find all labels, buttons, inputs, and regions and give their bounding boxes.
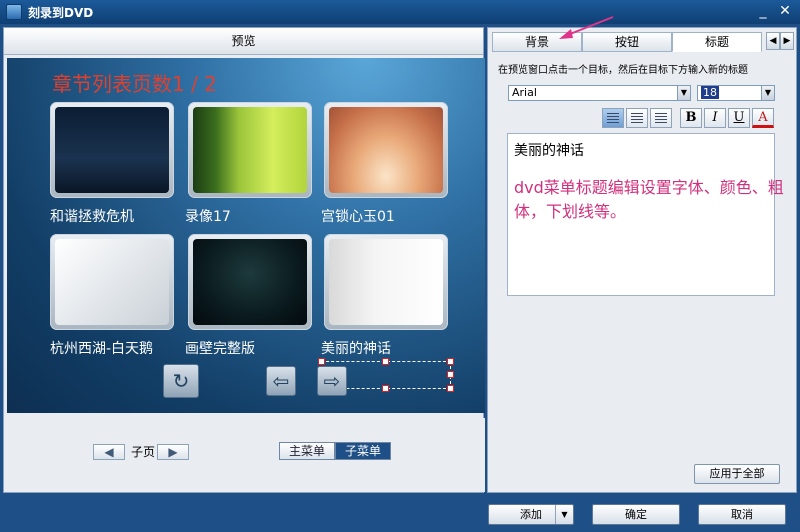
align-right-button[interactable] xyxy=(650,108,672,128)
font-family-value: Arial xyxy=(512,86,537,99)
align-left-button[interactable] xyxy=(602,108,624,128)
subpage-prev-button[interactable]: ◀ xyxy=(93,444,125,460)
chapter-label-1[interactable]: 和谐拯救危机 xyxy=(50,206,134,226)
annotation-arrow-icon xyxy=(559,16,614,39)
ok-button[interactable]: 确定 xyxy=(592,504,680,525)
font-color-button[interactable]: A xyxy=(752,108,774,128)
chapter-image-4 xyxy=(55,239,169,325)
chapter-thumbnail-4[interactable] xyxy=(50,234,174,330)
window-title: 刻录到DVD xyxy=(28,6,94,20)
align-right-icon xyxy=(655,113,667,123)
apply-to-all-button[interactable]: 应用于全部 xyxy=(694,464,780,484)
resize-handle[interactable] xyxy=(447,358,454,365)
chapter-label-2[interactable]: 录像17 xyxy=(185,206,231,226)
chevron-down-icon[interactable]: ▼ xyxy=(555,505,573,524)
close-button[interactable]: ✕ xyxy=(776,3,794,21)
chapter-image-1 xyxy=(55,107,169,193)
align-center-button[interactable] xyxy=(626,108,648,128)
chapter-label-3[interactable]: 宫锁心玉01 xyxy=(321,206,395,226)
subpage-label: 子页 xyxy=(131,445,156,459)
chapter-label-6[interactable]: 美丽的神话 xyxy=(321,338,391,358)
chapter-thumbnail-5[interactable] xyxy=(188,234,312,330)
resize-handle[interactable] xyxy=(382,385,389,392)
chapter-label-5[interactable]: 画壁完整版 xyxy=(185,338,255,358)
annotation-note: dvd菜单标题编辑设置字体、颜色、粗体，下划线等。 xyxy=(514,178,784,221)
arrow-left-icon: ⇦ xyxy=(272,369,290,393)
italic-button[interactable]: I xyxy=(704,108,726,128)
chapter-thumbnail-6[interactable] xyxy=(324,234,448,330)
chapter-image-2 xyxy=(193,107,307,193)
resize-handle[interactable] xyxy=(318,358,325,365)
chevron-down-icon: ▼ xyxy=(761,86,774,100)
align-center-icon xyxy=(631,113,643,123)
title-instruction: 在预览窗口点击一个目标，然后在目标下方输入新的标题 xyxy=(498,65,748,76)
title-bar: 刻录到DVD _ ✕ xyxy=(0,0,800,24)
chapter-image-6 xyxy=(329,239,443,325)
font-size-value: 18 xyxy=(701,86,719,99)
add-button[interactable]: 添加 ▼ xyxy=(488,504,574,525)
arrow-right-icon: ⇨ xyxy=(323,369,341,393)
chapter-thumbnail-3[interactable] xyxy=(324,102,448,198)
chevron-down-icon: ▼ xyxy=(677,86,690,100)
chapter-image-5 xyxy=(193,239,307,325)
font-size-select[interactable]: 18 ▼ xyxy=(697,85,775,101)
chapter-label-4[interactable]: 杭州西湖-白天鹅 xyxy=(50,338,153,358)
resize-handle[interactable] xyxy=(447,371,454,378)
chapter-thumbnail-1[interactable] xyxy=(50,102,174,198)
preview-panel: 预览 章节列表页数1 / 2 和谐拯救危机 录像17 宫锁心玉01 杭州西湖-白… xyxy=(3,27,485,493)
underline-button[interactable]: U xyxy=(728,108,750,128)
subpage-bar: ◀ 子页 ▶ 主菜单 子菜单 xyxy=(7,418,485,492)
chevron-left-icon: ◀ xyxy=(769,36,777,46)
dvd-app-icon xyxy=(6,4,22,20)
resize-handle[interactable] xyxy=(447,385,454,392)
cancel-button[interactable]: 取消 xyxy=(698,504,786,525)
minimize-button[interactable]: _ xyxy=(754,3,772,21)
chapter-thumbnail-2[interactable] xyxy=(188,102,312,198)
chevron-right-icon: ▶ xyxy=(783,36,791,46)
chapter-image-3 xyxy=(329,107,443,193)
font-family-select[interactable]: Arial ▼ xyxy=(508,85,691,101)
menu-preview[interactable]: 章节列表页数1 / 2 和谐拯救危机 录像17 宫锁心玉01 杭州西湖-白天鹅 … xyxy=(7,58,485,413)
title-text-value: 美丽的神话 xyxy=(514,143,584,159)
next-page-button[interactable]: ⇨ xyxy=(317,366,347,396)
tab-scroll-left[interactable]: ◀ xyxy=(766,32,780,50)
properties-panel: 背景 按钮 标题 ◀ ▶ 在预览窗口点击一个目标，然后在目标下方输入新的标题 A… xyxy=(487,27,797,493)
main-menu-toggle[interactable]: 主菜单 xyxy=(279,442,335,460)
tab-scroll-right[interactable]: ▶ xyxy=(780,32,794,50)
sub-menu-toggle[interactable]: 子菜单 xyxy=(335,442,391,460)
preview-header: 预览 xyxy=(4,28,483,55)
resize-handle[interactable] xyxy=(382,358,389,365)
align-left-icon xyxy=(607,113,619,123)
add-button-label: 添加 xyxy=(520,508,542,521)
bold-button[interactable]: B xyxy=(680,108,702,128)
tab-title[interactable]: 标题 xyxy=(672,32,762,52)
return-icon: ↻ xyxy=(172,369,190,393)
previous-page-button[interactable]: ⇦ xyxy=(266,366,296,396)
subpage-next-button[interactable]: ▶ xyxy=(157,444,189,460)
return-button[interactable]: ↻ xyxy=(163,364,199,398)
chapter-page-heading[interactable]: 章节列表页数1 / 2 xyxy=(52,68,217,97)
